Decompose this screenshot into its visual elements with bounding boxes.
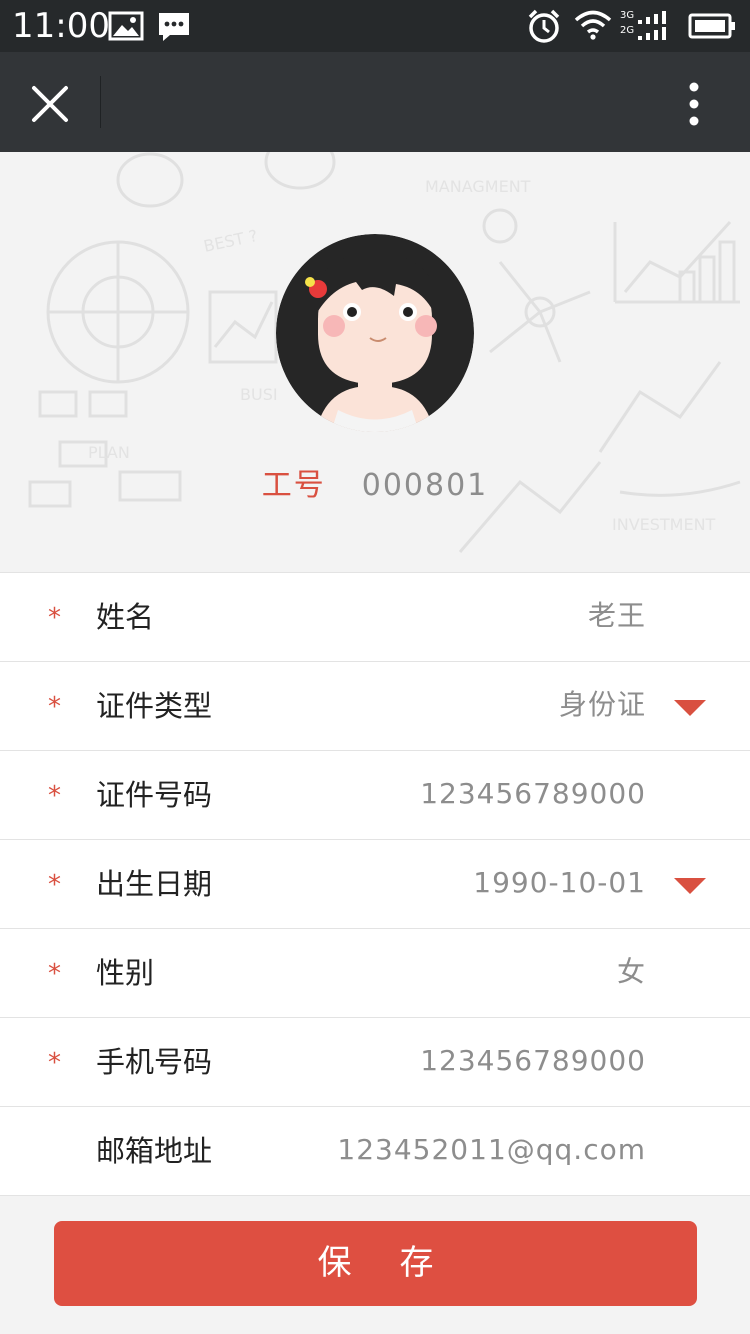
field-label: 性别 <box>96 956 155 990</box>
svg-text:MANAGMENT: MANAGMENT <box>425 177 531 196</box>
required-marker: * <box>48 1048 61 1078</box>
employee-number-label: 工号 <box>261 468 326 503</box>
employee-number-value: 000801 <box>361 468 489 503</box>
more-vertical-icon[interactable] <box>676 78 712 130</box>
form-row-email[interactable]: 邮箱地址 123452011@qq.com <box>0 1106 750 1196</box>
required-marker: * <box>48 870 61 900</box>
phone-value[interactable]: 123456789000 <box>420 1042 646 1080</box>
signal-3g-label: 3G <box>620 10 635 21</box>
field-label: 姓名 <box>96 600 155 634</box>
form-row-gender[interactable]: * 性别 女 <box>0 928 750 1017</box>
dropdown-arrow-icon[interactable] <box>674 700 706 716</box>
signal-2g-label: 2G <box>620 25 635 36</box>
status-bar: 11:00 3G 2G <box>0 0 750 52</box>
form-row-birth-date[interactable]: * 出生日期 1990-10-01 <box>0 839 750 928</box>
cellular-signal: 3G 2G <box>620 10 680 45</box>
signal-bars-icon <box>638 11 666 40</box>
form-row-id-type[interactable]: * 证件类型 身份证 <box>0 661 750 750</box>
profile-form: * 姓名 老王 * 证件类型 身份证 * 证件号码 123456789000 *… <box>0 572 750 1196</box>
field-label: 邮箱地址 <box>96 1134 213 1168</box>
required-marker: * <box>48 603 61 633</box>
wifi-icon <box>574 10 612 40</box>
id-number-value[interactable]: 123456789000 <box>420 775 646 813</box>
alarm-icon <box>528 9 560 43</box>
email-value[interactable]: 123452011@qq.com <box>337 1131 646 1169</box>
nav-bar <box>0 52 750 152</box>
save-button[interactable]: 保存 <box>54 1221 697 1306</box>
required-marker: * <box>48 959 61 989</box>
form-row-phone[interactable]: * 手机号码 123456789000 <box>0 1017 750 1106</box>
id-type-value[interactable]: 身份证 <box>559 686 646 724</box>
field-label: 出生日期 <box>96 867 213 901</box>
field-label: 证件号码 <box>96 778 213 812</box>
status-time: 11:00 <box>12 6 110 46</box>
birth-date-value[interactable]: 1990-10-01 <box>473 864 646 902</box>
required-marker: * <box>48 692 61 722</box>
nav-divider <box>100 76 101 128</box>
svg-text:INVESTMENT: INVESTMENT <box>612 515 716 534</box>
employee-number: 工号 000801 <box>0 460 750 504</box>
svg-text:BEST ?: BEST ? <box>202 226 259 256</box>
required-marker: * <box>48 781 61 811</box>
form-row-id-number[interactable]: * 证件号码 123456789000 <box>0 750 750 839</box>
profile-header: MANAGMENT INVESTMENT BEST ? PLAN BUSI 工号… <box>0 152 750 572</box>
battery-icon <box>688 13 735 39</box>
avatar[interactable] <box>276 234 474 432</box>
form-row-name[interactable]: * 姓名 老王 <box>0 572 750 661</box>
message-icon <box>159 13 189 41</box>
image-icon <box>108 11 144 41</box>
name-value[interactable]: 老王 <box>588 597 646 635</box>
field-label: 证件类型 <box>96 689 213 723</box>
close-icon[interactable] <box>24 78 76 130</box>
svg-text:BUSI: BUSI <box>240 385 278 404</box>
gender-value[interactable]: 女 <box>617 953 646 991</box>
field-label: 手机号码 <box>96 1045 213 1079</box>
dropdown-arrow-icon[interactable] <box>674 878 706 894</box>
